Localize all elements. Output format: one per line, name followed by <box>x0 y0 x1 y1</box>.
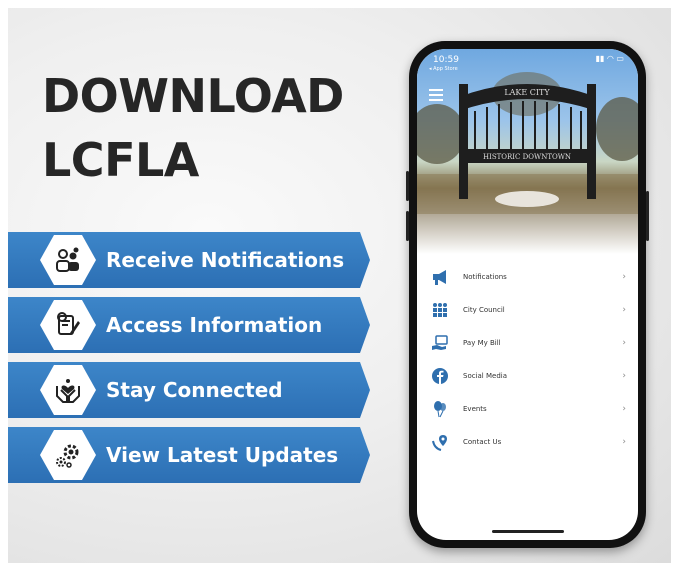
app-screen: LAKE CITY HISTORIC DOWNTOWN 10:59 ◂ App … <box>417 49 638 540</box>
chevron-right-icon: › <box>622 272 626 282</box>
home-indicator <box>492 530 564 533</box>
menu-item-city-council[interactable]: City Council › <box>417 294 638 327</box>
menu-item-label: City Council <box>463 306 505 314</box>
menu-item-label: Social Media <box>463 372 508 380</box>
gears-icon <box>40 430 96 480</box>
phone-mockup: LAKE CITY HISTORIC DOWNTOWN 10:59 ◂ App … <box>406 41 649 548</box>
headline: DOWNLOAD LCFLA <box>42 64 344 192</box>
contact-pin-icon <box>432 435 447 451</box>
menu-item-contact-us[interactable]: Contact Us › <box>417 426 638 459</box>
headline-line-1: DOWNLOAD <box>42 69 344 123</box>
menu-item-notifications[interactable]: Notifications › <box>417 261 638 294</box>
document-info-icon <box>40 300 96 350</box>
menu-item-events[interactable]: Events › <box>417 393 638 426</box>
hamburger-menu-icon[interactable] <box>429 89 443 104</box>
banner-label: Stay Connected <box>106 378 283 402</box>
promo-panel: DOWNLOAD LCFLA Receive Notifications Acc… <box>8 8 671 563</box>
chevron-right-icon: › <box>622 371 626 381</box>
menu-item-label: Contact Us <box>463 438 502 446</box>
status-time: 10:59 <box>433 55 459 65</box>
menu-item-label: Pay My Bill <box>463 339 501 347</box>
banner-access-information: Access Information <box>8 297 370 353</box>
downtown-sign-image: LAKE CITY HISTORIC DOWNTOWN <box>417 72 638 214</box>
banner-view-latest-updates: View Latest Updates <box>8 427 370 483</box>
people-group-icon <box>433 303 447 317</box>
balloons-icon <box>434 401 446 418</box>
banner-receive-notifications: Receive Notifications <box>8 232 370 288</box>
banner-stay-connected: Stay Connected <box>8 362 370 418</box>
phone-volume-up <box>406 171 409 201</box>
menu-item-social-media[interactable]: Social Media › <box>417 360 638 393</box>
chevron-right-icon: › <box>622 338 626 348</box>
banner-label: Access Information <box>106 313 323 337</box>
banner-label: View Latest Updates <box>106 443 339 467</box>
menu-item-label: Notifications <box>463 273 507 281</box>
phone-volume-down <box>406 211 409 241</box>
menu-item-pay-my-bill[interactable]: Pay My Bill › <box>417 327 638 360</box>
app-menu: Notifications › City Council › Pay My Bi… <box>417 261 638 459</box>
chevron-right-icon: › <box>622 404 626 414</box>
people-notification-icon <box>40 235 96 285</box>
menu-item-label: Events <box>463 405 487 413</box>
hands-heart-icon <box>40 365 96 415</box>
phone-power-button <box>646 191 649 241</box>
chevron-right-icon: › <box>622 305 626 315</box>
status-back-link[interactable]: ◂ App Store <box>429 66 458 72</box>
bill-payment-icon <box>432 335 448 350</box>
banner-label: Receive Notifications <box>106 248 345 272</box>
sign-top-text: LAKE CITY <box>504 88 550 97</box>
chevron-right-icon: › <box>622 437 626 447</box>
facebook-icon <box>432 368 448 384</box>
sign-bottom-text: HISTORIC DOWNTOWN <box>483 153 571 161</box>
hero-image: LAKE CITY HISTORIC DOWNTOWN 10:59 ◂ App … <box>417 49 638 254</box>
megaphone-icon <box>433 270 446 285</box>
headline-line-2: LCFLA <box>42 133 199 187</box>
status-icons: ▮▮ ◠ ▭ <box>595 54 624 63</box>
